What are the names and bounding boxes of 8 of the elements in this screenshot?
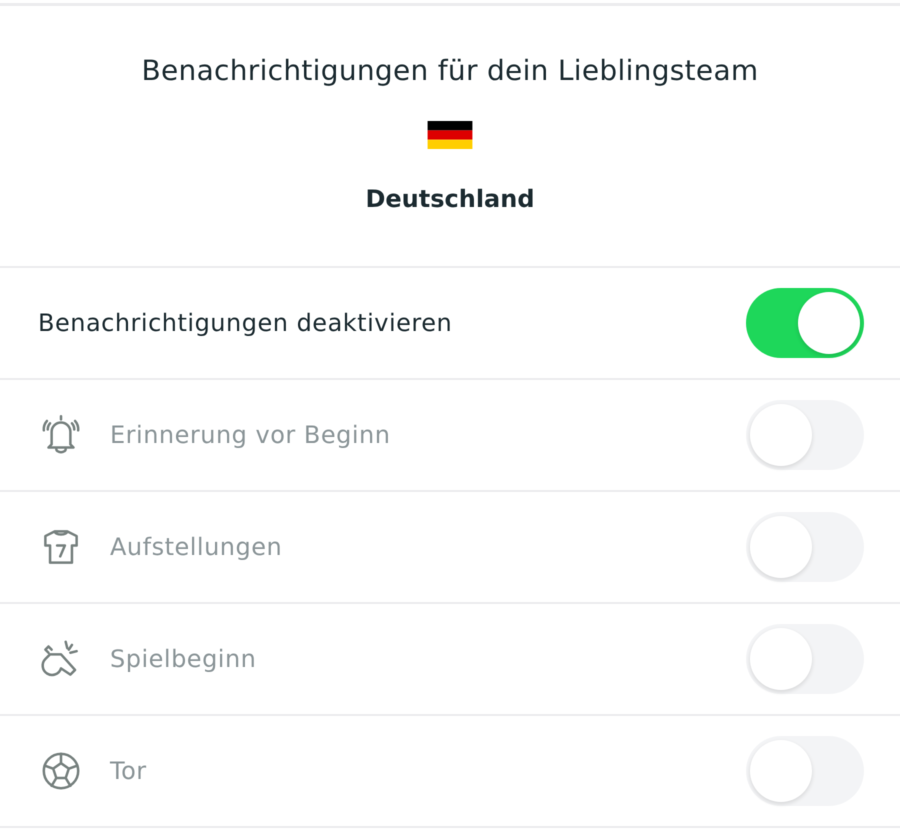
- setting-label: Aufstellungen: [110, 533, 284, 561]
- team-name: Deutschland: [365, 185, 535, 213]
- setting-label: Spielbeginn: [110, 645, 258, 673]
- setting-label: Erinnerung vor Beginn: [110, 421, 392, 449]
- setting-label: Tor: [110, 757, 148, 785]
- page-title: Benachrichtigungen für dein Lieblingsteam: [141, 54, 758, 87]
- setting-label: Benachrichtigungen deaktivieren: [38, 309, 454, 337]
- flag-icon: [427, 121, 473, 149]
